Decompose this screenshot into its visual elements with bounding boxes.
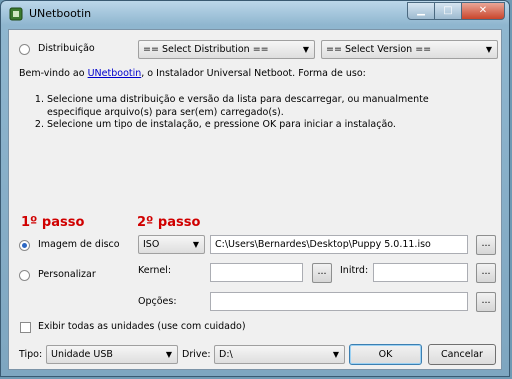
unetbootin-window: UNetbootin ▁ □ ✕ Distribuição == Select … <box>0 0 510 377</box>
drive-value: D:\ <box>219 349 233 360</box>
disk-image-label: Imagem de disco <box>38 239 120 250</box>
chevron-down-icon: ▼ <box>332 350 339 359</box>
dialog-body: Distribuição == Select Distribution == ▼… <box>8 29 502 370</box>
select-distribution-dropdown[interactable]: == Select Distribution == ▼ <box>138 40 315 59</box>
chevron-down-icon: ▼ <box>302 45 309 54</box>
cancel-button[interactable]: Cancelar <box>428 344 496 365</box>
install-type-dropdown[interactable]: Unidade USB ▼ <box>46 345 178 364</box>
image-type-value: ISO <box>143 239 160 250</box>
close-button[interactable]: ✕ <box>461 2 505 20</box>
app-icon <box>9 7 23 21</box>
ok-button[interactable]: OK <box>349 344 422 365</box>
options-browse-button[interactable]: ... <box>476 292 496 312</box>
options-label: Opções: <box>138 296 177 307</box>
intro-prefix: Bem-vindo ao <box>19 68 88 79</box>
show-all-drives-checkbox[interactable] <box>20 322 31 333</box>
initrd-browse-button[interactable]: ... <box>476 263 496 283</box>
step1-annotation: 1º passo <box>21 215 85 230</box>
distribution-radio[interactable] <box>19 44 30 55</box>
step2-annotation: 2º passo <box>137 215 201 230</box>
initrd-label: Initrd: <box>340 265 369 276</box>
kernel-field[interactable] <box>210 263 303 282</box>
chevron-down-icon: ▼ <box>485 45 492 54</box>
title-bar[interactable]: UNetbootin ▁ □ ✕ <box>1 1 509 27</box>
close-icon: ✕ <box>478 5 488 16</box>
type-label: Tipo: <box>19 349 43 360</box>
custom-label: Personalizar <box>38 269 96 280</box>
disk-image-browse-button[interactable]: ... <box>476 235 496 255</box>
intro-text: Bem-vindo ao UNetbootin, o Instalador Un… <box>19 68 497 79</box>
disk-image-radio[interactable] <box>19 240 30 251</box>
minimize-icon: ▁ <box>417 5 425 16</box>
unetbootin-link[interactable]: UNetbootin <box>88 68 142 79</box>
drive-label: Drive: <box>182 349 211 360</box>
select-distribution-value: == Select Distribution == <box>143 44 269 55</box>
maximize-button[interactable]: □ <box>434 2 462 20</box>
distribution-label: Distribuição <box>38 43 95 54</box>
drive-dropdown[interactable]: D:\ ▼ <box>214 345 345 364</box>
disk-image-path-field[interactable]: C:\Users\Bernardes\Desktop\Puppy 5.0.11.… <box>210 235 468 254</box>
maximize-icon: □ <box>443 5 453 16</box>
chevron-down-icon: ▼ <box>192 240 199 249</box>
custom-radio[interactable] <box>19 270 30 281</box>
minimize-button[interactable]: ▁ <box>407 2 435 20</box>
show-all-drives-label: Exibir todas as unidades (use com cuidad… <box>38 321 246 332</box>
initrd-field[interactable] <box>373 263 468 282</box>
intro-suffix: , o Instalador Universal Netboot. Forma … <box>141 68 366 79</box>
instruction-step: Selecione um tipo de instalação, e press… <box>47 119 471 132</box>
kernel-label: Kernel: <box>138 265 172 276</box>
image-type-dropdown[interactable]: ISO ▼ <box>138 235 205 254</box>
select-version-dropdown[interactable]: == Select Version == ▼ <box>321 40 498 59</box>
instructions-list: Selecione uma distribuição e versão da l… <box>31 94 471 132</box>
chevron-down-icon: ▼ <box>165 350 172 359</box>
install-type-value: Unidade USB <box>51 349 113 360</box>
instruction-step: Selecione uma distribuição e versão da l… <box>47 94 471 119</box>
select-version-value: == Select Version == <box>326 44 432 55</box>
window-title: UNetbootin <box>29 7 92 20</box>
kernel-browse-button[interactable]: ... <box>312 263 332 283</box>
options-field[interactable] <box>210 292 468 311</box>
